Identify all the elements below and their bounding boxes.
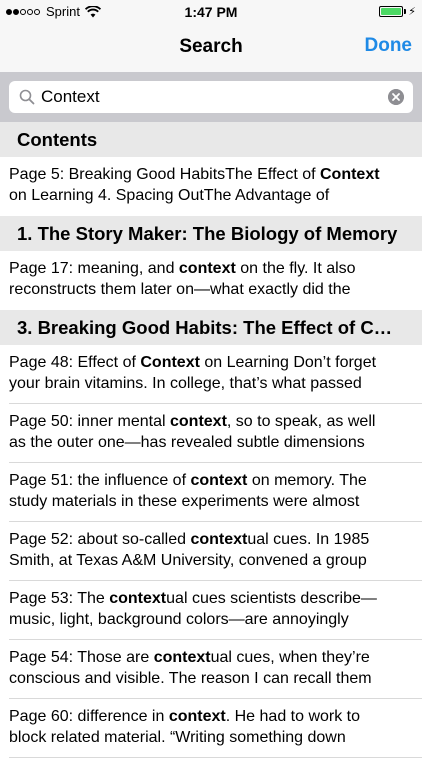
search-input[interactable]: [41, 86, 381, 108]
result-snippet-line: Page 54: Those are contextual cues, when…: [9, 647, 414, 668]
result-snippet-line: Page 60: difference in context. He had t…: [9, 706, 414, 727]
search-bar: [0, 72, 422, 122]
search-icon: [19, 89, 35, 105]
snippet-text: Page 5: Breaking Good HabitsThe Effect o…: [9, 166, 320, 183]
search-result-row[interactable]: Page 54: Those are contextual cues, when…: [0, 640, 422, 699]
snippet-text: Page 60: difference in: [9, 708, 169, 725]
snippet-text: conscious and visible. The reason I can …: [9, 670, 372, 687]
snippet-text: Smith, at Texas A&M University, convened…: [9, 552, 367, 569]
result-snippet-line: Page 48: Effect of Context on Learning D…: [9, 352, 414, 373]
navigation-bar: Search Done: [0, 24, 422, 72]
charging-bolt-icon: ⚡: [408, 6, 416, 18]
section-header: 3. Breaking Good Habits: The Effect of C…: [0, 310, 422, 345]
snippet-text: Page 48: Effect of: [9, 354, 141, 371]
snippet-text: as the outer one—has revealed subtle dim…: [9, 434, 365, 451]
result-snippet-line: Page 50: inner mental context, so to spe…: [9, 411, 414, 432]
result-snippet-line: Page 52: about so-called contextual cues…: [9, 529, 414, 550]
status-right: ⚡: [379, 5, 416, 18]
clear-search-icon[interactable]: [388, 89, 404, 105]
result-snippet-line: Page 51: the influence of context on mem…: [9, 470, 414, 491]
battery-icon: [379, 6, 404, 17]
snippet-text: , so to speak, as well: [226, 413, 376, 430]
result-snippet-line: study materials in these experiments wer…: [9, 491, 414, 512]
search-results-list: Contents Page 5: Breaking Good HabitsThe …: [0, 122, 422, 758]
snippet-text: on Learning 4. Spacing OutThe Advantage …: [9, 187, 330, 204]
snippet-text: Page 17: meaning, and: [9, 260, 179, 277]
snippet-text: ual cues scientists describe—: [166, 590, 377, 607]
battery-fill: [381, 8, 402, 15]
result-snippet-line: Smith, at Texas A&M University, convened…: [9, 550, 414, 571]
result-snippet-line: Page 5: Breaking Good HabitsThe Effect o…: [9, 164, 414, 185]
section-header: Contents: [0, 122, 422, 157]
search-match-highlight: context: [168, 708, 226, 725]
search-field-container[interactable]: [9, 81, 413, 113]
snippet-text: reconstructs them later on—what exactly …: [9, 281, 351, 298]
search-result-row[interactable]: Page 60: difference in context. He had t…: [0, 699, 422, 758]
battery-tip: [404, 9, 407, 14]
search-result-row[interactable]: Page 17: meaning, and context on the fly…: [0, 251, 422, 310]
search-result-row[interactable]: Page 48: Effect of Context on Learning D…: [0, 345, 422, 404]
snippet-text: Page 51: the influence of: [9, 472, 191, 489]
snippet-text: on memory. The: [247, 472, 367, 489]
result-snippet-line: your brain vitamins. In college, that’s …: [9, 373, 414, 394]
result-snippet-line: on Learning 4. Spacing OutThe Advantage …: [9, 185, 414, 206]
snippet-text: on Learning Don’t forget: [199, 354, 377, 371]
result-snippet-line: as the outer one—has revealed subtle dim…: [9, 432, 414, 453]
search-result-row[interactable]: Page 50: inner mental context, so to spe…: [0, 404, 422, 463]
section-header: 1. The Story Maker: The Biology of Memor…: [0, 216, 422, 251]
status-time: 1:47 PM: [184, 4, 238, 20]
search-result-row[interactable]: Page 53: The contextual cues scientists …: [0, 581, 422, 640]
snippet-text: on the fly. It also: [235, 260, 356, 277]
result-snippet-line: Page 53: The contextual cues scientists …: [9, 588, 414, 609]
snippet-text: Page 54: Those are: [9, 649, 154, 666]
result-snippet-line: conscious and visible. The reason I can …: [9, 668, 414, 689]
search-match-highlight: context: [190, 531, 248, 548]
search-match-highlight: context: [153, 649, 211, 666]
snippet-text: Page 50: inner mental: [9, 413, 170, 430]
snippet-text: . He had to work to: [225, 708, 361, 725]
result-snippet-line: Page 17: meaning, and context on the fly…: [9, 258, 414, 279]
snippet-text: ual cues, when they’re: [210, 649, 370, 666]
snippet-text: music, light, background colors—are anno…: [9, 611, 349, 628]
search-result-row[interactable]: Page 52: about so-called contextual cues…: [0, 522, 422, 581]
search-match-highlight: Context: [140, 354, 200, 371]
search-match-highlight: context: [190, 472, 248, 489]
search-match-highlight: context: [109, 590, 167, 607]
status-bar: Sprint 1:47 PM ⚡: [0, 0, 422, 24]
result-snippet-line: block related material. “Writing somethi…: [9, 727, 414, 748]
search-match-highlight: context: [170, 413, 227, 430]
search-result-row[interactable]: Page 5: Breaking Good HabitsThe Effect o…: [0, 157, 422, 216]
search-match-highlight: context: [178, 260, 236, 277]
result-snippet-line: music, light, background colors—are anno…: [9, 609, 414, 630]
page-title: Search: [179, 36, 243, 57]
snippet-text: your brain vitamins. In college, that’s …: [9, 375, 362, 392]
snippet-text: study materials in these experiments wer…: [9, 493, 360, 510]
done-button[interactable]: Done: [365, 35, 413, 57]
result-snippet-line: reconstructs them later on—what exactly …: [9, 279, 414, 300]
snippet-text: Page 53: The: [9, 590, 110, 607]
snippet-text: block related material. “Writing somethi…: [9, 729, 346, 746]
snippet-text: ual cues. In 1985: [247, 531, 370, 548]
search-result-row[interactable]: Page 51: the influence of context on mem…: [0, 463, 422, 522]
snippet-text: Page 52: about so-called: [9, 531, 191, 548]
search-match-highlight: Context: [320, 166, 380, 183]
